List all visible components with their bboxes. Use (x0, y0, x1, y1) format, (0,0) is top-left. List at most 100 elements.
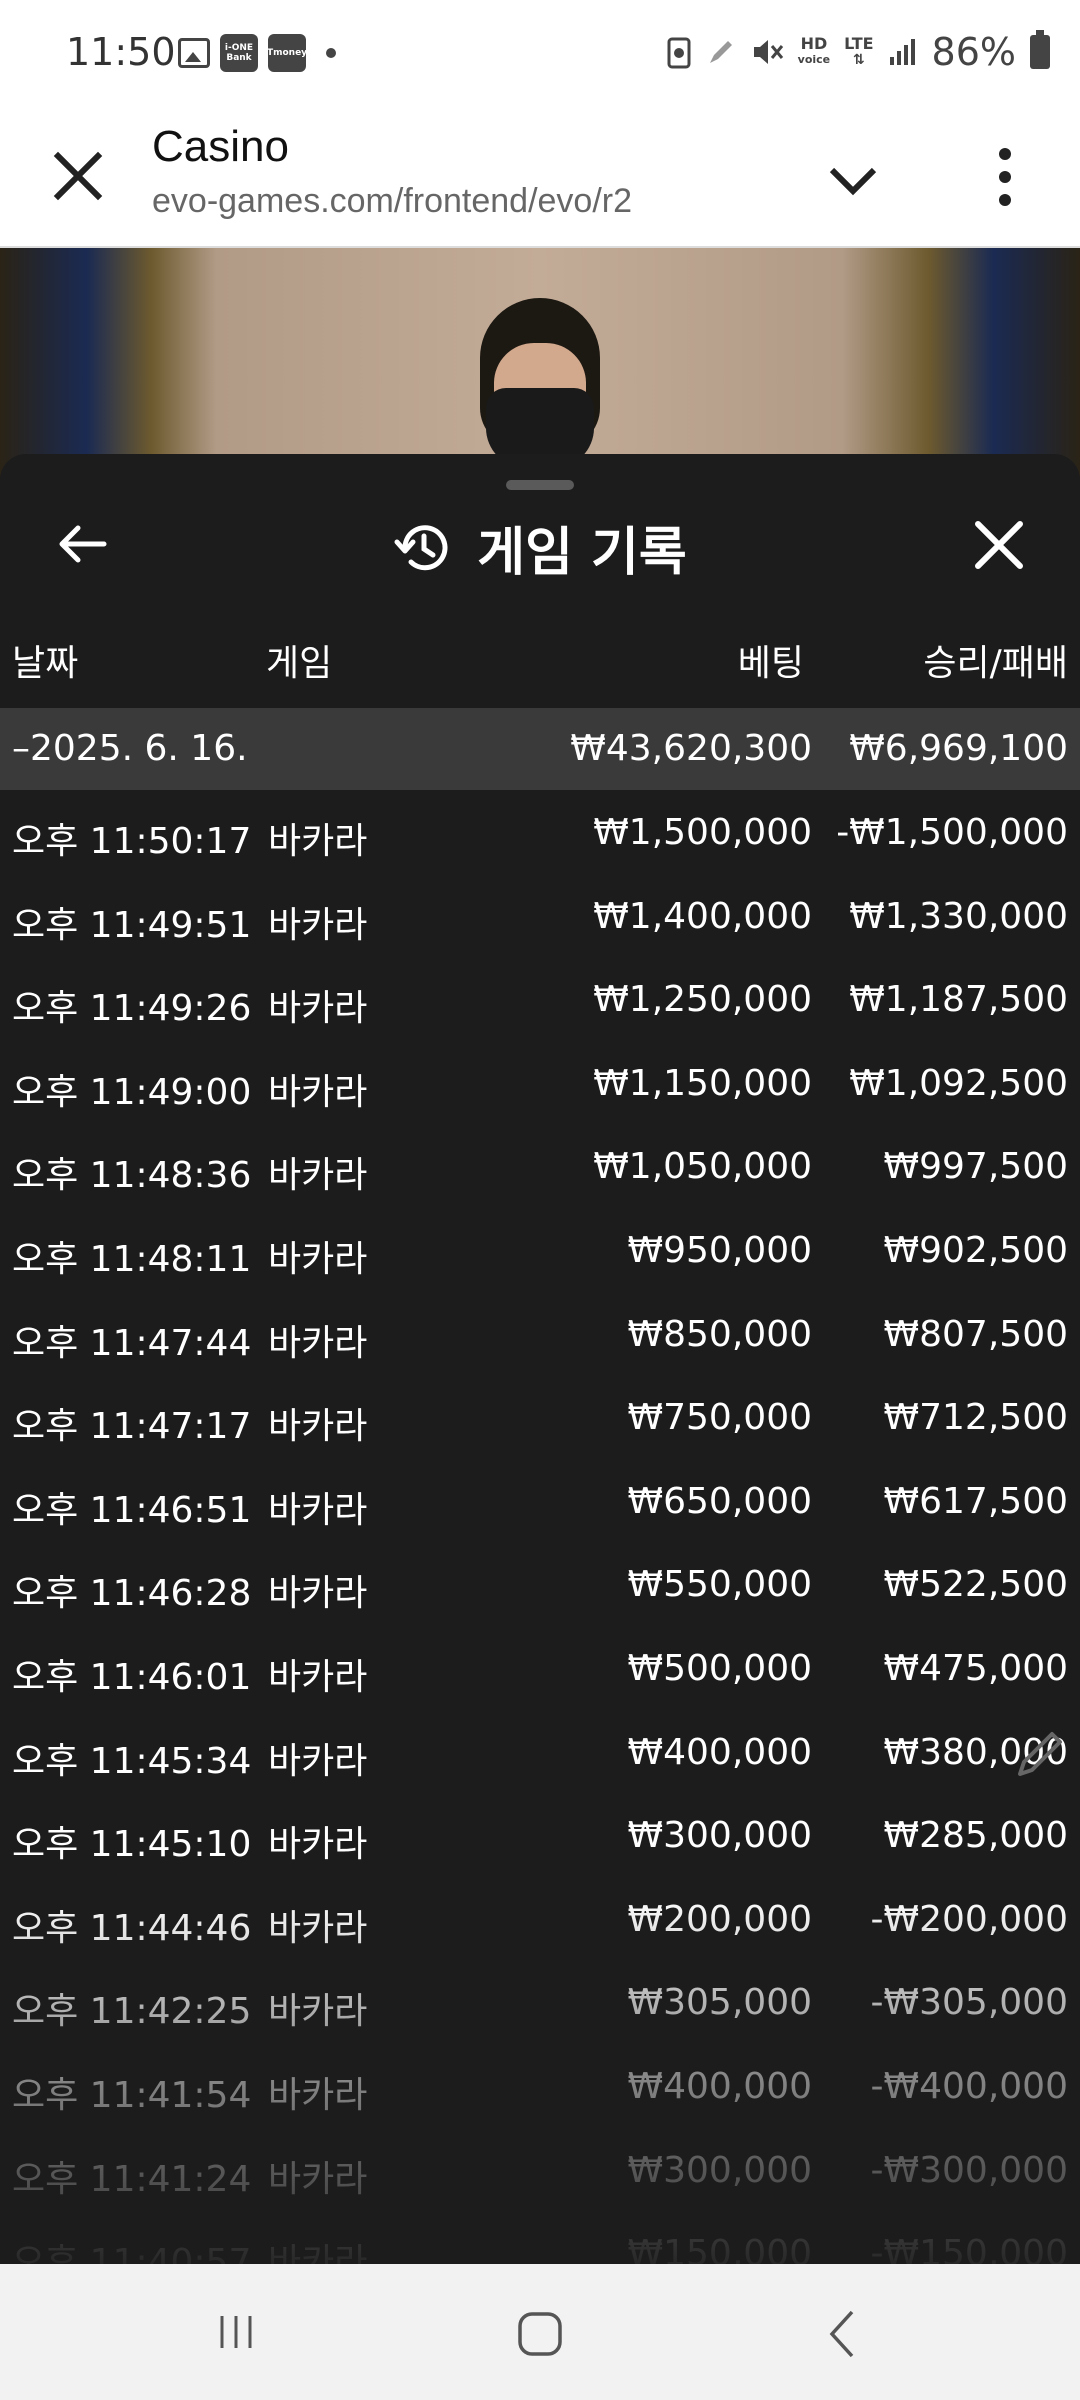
date-summary-row[interactable]: –2025. 6. 16. ₩43,620,300 ₩6,969,100 (0, 708, 1080, 790)
row-time: 오후 11:45:34 (12, 1740, 252, 1782)
table-row[interactable]: 오후 11:48:36 바카라 ₩1,050,000 ₩997,500 (0, 1126, 1080, 1210)
row-winloss: ₩1,330,000 (849, 895, 1068, 937)
pencil-icon[interactable] (1010, 1724, 1070, 1784)
table-row[interactable]: 오후 11:44:46 바카라 ₩200,000 -₩200,000 (0, 1879, 1080, 1963)
row-winloss: ₩712,500 (883, 1397, 1068, 1439)
row-game: 바카라 (268, 904, 368, 946)
row-bet: ₩1,150,000 (593, 1062, 812, 1104)
row-time: 오후 11:49:00 (12, 1071, 252, 1113)
table-row[interactable]: 오후 11:46:01 바카라 ₩500,000 ₩475,000 (0, 1628, 1080, 1712)
table-row[interactable]: 오후 11:49:51 바카라 ₩1,400,000 ₩1,330,000 (0, 876, 1080, 960)
recycle-icon (667, 37, 691, 69)
row-game: 바카라 (268, 1489, 368, 1531)
row-winloss: ₩475,000 (883, 1648, 1068, 1689)
gallery-icon (178, 38, 210, 68)
summary-date: –2025. 6. 16. (12, 728, 248, 769)
row-time: 오후 11:47:17 (12, 1406, 252, 1448)
history-list[interactable]: 오후 11:50:17 바카라 ₩1,500,000 -₩1,500,000 오후 11… (0, 792, 1080, 2264)
summary-bet: ₩43,620,300 (570, 728, 812, 769)
row-time: 오후 11:41:54 (12, 2075, 252, 2116)
hd-voice-icon: HD voice (797, 34, 831, 67)
row-bet: ₩1,400,000 (593, 895, 812, 937)
browser-url[interactable]: evo-games.com/frontend/evo/r2 (152, 182, 632, 221)
table-row[interactable]: 오후 11:47:17 바카라 ₩750,000 ₩712,500 (0, 1377, 1080, 1461)
row-time: 오후 11:47:44 (12, 1322, 252, 1364)
recents-icon[interactable] (216, 2312, 256, 2352)
row-winloss: ₩1,092,500 (849, 1062, 1068, 1104)
tmoney-icon: Tmoney (267, 34, 307, 72)
row-time: 오후 11:49:51 (12, 904, 252, 946)
row-game: 바카라 (268, 1573, 368, 1615)
row-game: 바카라 (268, 1907, 368, 1949)
column-header-date[interactable]: 날짜 (12, 634, 78, 686)
row-game: 바카라 (268, 1740, 368, 1782)
column-header-game[interactable]: 게임 (266, 634, 332, 686)
row-winloss: -₩300,000 (870, 2149, 1068, 2191)
table-row[interactable]: 오후 11:50:17 바카라 ₩1,500,000 -₩1,500,000 (0, 792, 1080, 876)
status-notification-icons: i-ONE Bank Tmoney (178, 34, 336, 72)
row-game: 바카라 (268, 2242, 368, 2264)
row-winloss: -₩305,000 (870, 1982, 1068, 2024)
row-game: 바카라 (268, 1991, 368, 2033)
row-game: 바카라 (268, 2158, 368, 2200)
table-row[interactable]: 오후 11:41:24 바카라 ₩300,000 -₩300,000 (0, 2130, 1080, 2214)
home-icon[interactable] (516, 2310, 564, 2358)
row-bet: ₩305,000 (627, 1982, 812, 2024)
row-time: 오후 11:41:24 (12, 2158, 252, 2200)
browser-close-icon[interactable] (48, 146, 108, 206)
browser-toolbar: Casino evo-games.com/frontend/evo/r2 (0, 106, 1080, 248)
panel-title: 게임 기록 (477, 523, 687, 583)
status-time: 11:50 (66, 30, 176, 74)
column-header-bet[interactable]: 베팅 (738, 634, 804, 686)
table-row[interactable]: 오후 11:49:00 바카라 ₩1,150,000 ₩1,092,500 (0, 1043, 1080, 1127)
row-bet: ₩850,000 (627, 1313, 812, 1355)
history-icon (394, 524, 448, 570)
row-game: 바카라 (268, 1071, 368, 1113)
row-game: 바카라 (268, 1322, 368, 1364)
table-row[interactable]: 오후 11:46:28 바카라 ₩550,000 ₩522,500 (0, 1544, 1080, 1628)
table-row[interactable]: 오후 11:40:57 바카라 ₩150,000 -₩150,000 (0, 2213, 1080, 2264)
row-winloss: ₩1,187,500 (849, 979, 1068, 1021)
row-winloss: ₩807,500 (883, 1313, 1068, 1355)
row-game: 바카라 (268, 1824, 368, 1866)
row-winloss: ₩285,000 (883, 1815, 1068, 1857)
row-winloss: ₩997,500 (883, 1146, 1068, 1188)
back-icon[interactable] (826, 2308, 856, 2360)
table-row[interactable]: 오후 11:42:25 바카라 ₩305,000 -₩305,000 (0, 1962, 1080, 2046)
row-bet: ₩300,000 (627, 2149, 812, 2191)
drag-handle[interactable] (506, 480, 574, 490)
row-winloss: ₩522,500 (883, 1564, 1068, 1606)
row-time: 오후 11:46:28 (12, 1573, 252, 1615)
row-winloss: ₩902,500 (883, 1230, 1068, 1271)
row-winloss: -₩200,000 (870, 1898, 1068, 1940)
row-time: 오후 11:40:57 (12, 2242, 252, 2264)
table-row[interactable]: 오후 11:47:44 바카라 ₩850,000 ₩807,500 (0, 1294, 1080, 1378)
table-row[interactable]: 오후 11:45:34 바카라 ₩400,000 ₩380,000 (0, 1712, 1080, 1796)
row-bet: ₩650,000 (627, 1480, 812, 1522)
table-row[interactable]: 오후 11:45:10 바카라 ₩300,000 ₩285,000 (0, 1795, 1080, 1879)
ione-bank-icon: i-ONE Bank (220, 34, 258, 72)
lte-icon: LTE ⇅ (844, 34, 874, 69)
signal-icon (889, 39, 915, 65)
row-time: 오후 11:48:11 (12, 1239, 252, 1280)
row-bet: ₩400,000 (627, 2066, 812, 2107)
row-time: 오후 11:45:10 (12, 1824, 252, 1866)
table-row[interactable]: 오후 11:41:54 바카라 ₩400,000 -₩400,000 (0, 2046, 1080, 2130)
row-time: 오후 11:46:51 (12, 1489, 252, 1531)
row-bet: ₩1,050,000 (593, 1146, 812, 1188)
game-history-panel: 게임 기록 날짜 게임 베팅 승리/패배 –2025. 6. 16. ₩43,6… (0, 454, 1080, 2264)
table-row[interactable]: 오후 11:46:51 바카라 ₩650,000 ₩617,500 (0, 1461, 1080, 1545)
panel-header: 게임 기록 (0, 510, 1080, 585)
row-winloss: ₩617,500 (883, 1480, 1068, 1522)
row-bet: ₩500,000 (627, 1648, 812, 1689)
row-winloss: -₩150,000 (870, 2233, 1068, 2264)
row-time: 오후 11:50:17 (12, 821, 252, 862)
table-row[interactable]: 오후 11:48:11 바카라 ₩950,000 ₩902,500 (0, 1210, 1080, 1294)
close-icon[interactable] (970, 516, 1028, 574)
chevron-down-icon[interactable] (822, 150, 884, 212)
row-bet: ₩150,000 (627, 2233, 812, 2264)
table-row[interactable]: 오후 11:49:26 바카라 ₩1,250,000 ₩1,187,500 (0, 959, 1080, 1043)
more-vert-icon[interactable] (990, 142, 1020, 212)
column-header-winloss[interactable]: 승리/패배 (923, 634, 1068, 686)
row-game: 바카라 (268, 1155, 368, 1197)
